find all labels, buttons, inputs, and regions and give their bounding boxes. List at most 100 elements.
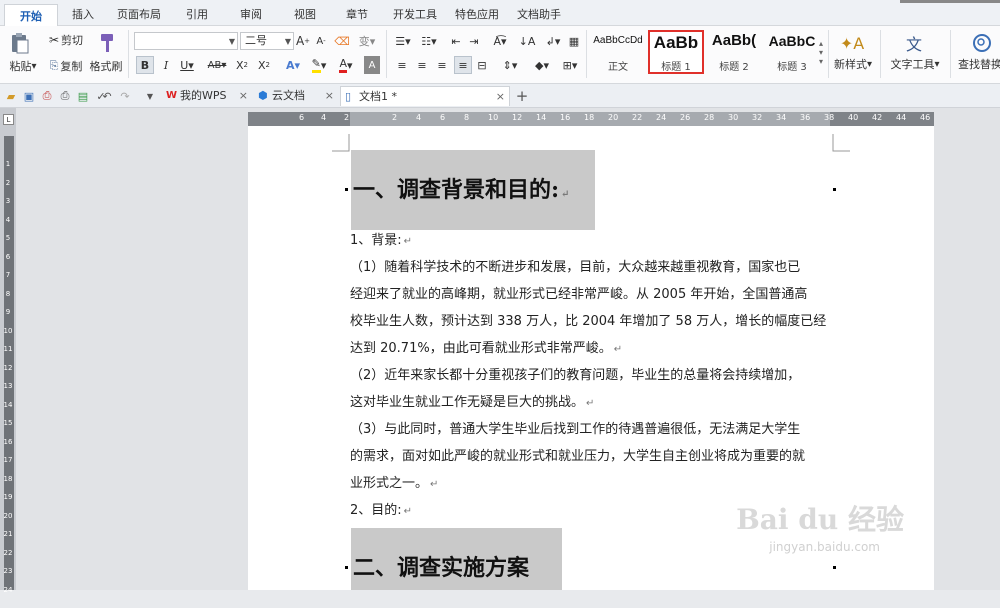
italic-button[interactable]: I	[158, 56, 174, 74]
styles-scroll[interactable]: ▴ ▾ ▾	[816, 30, 826, 74]
redo-icon[interactable]: ↷	[118, 88, 132, 104]
print-icon[interactable]: ⎙	[58, 88, 72, 104]
paragraph[interactable]: 1、背景: ↵	[350, 227, 832, 255]
paste-icon[interactable]	[6, 30, 34, 56]
copy-icon: ⎘	[49, 59, 59, 72]
line-spacing-icon[interactable]: ⇕▾	[498, 56, 522, 74]
tab-references[interactable]: 引用	[178, 6, 216, 26]
bullets-icon[interactable]: ☰▾	[392, 32, 414, 50]
ruler-tick-label: 34	[776, 113, 787, 122]
align-center-icon[interactable]: ≡	[414, 56, 430, 74]
undo-icon[interactable]: ↶	[100, 88, 114, 104]
style-normal[interactable]: AaBbCcDd 正文	[590, 30, 646, 74]
paragraph-line[interactable]: 的需求，面对如此严峻的就业形式和就业压力，大学生自主创业将成为重要的就	[350, 443, 832, 470]
subscript-button[interactable]: X2	[256, 56, 272, 74]
tab-stop-selector[interactable]: L	[3, 114, 14, 125]
sort-icon[interactable]: ↓A	[516, 32, 538, 50]
bold-button[interactable]: B	[136, 56, 154, 74]
new-style-button[interactable]: 新样式 ▾	[830, 56, 876, 72]
align-right-icon[interactable]: ≡	[434, 56, 450, 74]
chevron-down-icon[interactable]: ▼	[144, 88, 156, 104]
style-heading-1[interactable]: AaBb 标题 1	[648, 30, 704, 74]
tab-page-layout[interactable]: 页面布局	[114, 6, 164, 26]
ruler-tick-label: 4	[416, 113, 422, 122]
justify-icon[interactable]: ≡	[454, 56, 472, 74]
format-painter-icon[interactable]	[92, 30, 122, 56]
paragraph-mark-dot	[345, 566, 348, 569]
table-icon[interactable]: ▦	[566, 32, 582, 50]
close-icon[interactable]: ×	[325, 86, 334, 106]
increase-indent-icon[interactable]: ⇥	[466, 32, 482, 50]
clear-format-icon[interactable]: ⌫	[334, 32, 350, 50]
ruler-tick-label: 10	[488, 113, 499, 122]
shrink-font-icon[interactable]: A-	[314, 32, 328, 50]
chevron-down-icon: ▼	[228, 37, 235, 46]
find-replace-button[interactable]: 查找替换	[958, 56, 1000, 72]
paragraph-line[interactable]: 校毕业生人数，预计达到 338 万人，比 2004 年增加了 58 万人，增长的…	[350, 308, 832, 335]
align-left-icon[interactable]: ≡	[394, 56, 410, 74]
font-color-icon[interactable]: A ▾	[334, 56, 358, 74]
phonetic-icon[interactable]: 变▾	[356, 32, 378, 50]
tab-my-wps[interactable]: W 我的WPS ×	[162, 86, 252, 106]
char-shading-icon[interactable]: A	[364, 56, 380, 74]
text-effect-icon[interactable]: A▾	[282, 56, 304, 74]
document-icon: ▯	[345, 90, 352, 103]
copy-button[interactable]: ⎘ 复制	[44, 58, 88, 74]
paragraph-line[interactable]: 这对毕业生就业工作无疑是巨大的挑战。 ↵	[350, 389, 832, 417]
open-icon[interactable]: ▰	[4, 88, 18, 104]
new-tab-icon[interactable]: +	[514, 87, 530, 105]
tab-review[interactable]: 审阅	[232, 6, 270, 26]
tab-home[interactable]: 开始	[4, 4, 58, 26]
print-preview-icon[interactable]: ▤	[76, 88, 90, 104]
chinese-layout-icon[interactable]: A͡▾	[488, 32, 512, 50]
distribute-icon[interactable]: ⊟	[474, 56, 490, 74]
tab-cloud-docs[interactable]: ⬢ 云文档 ×	[254, 86, 338, 106]
paragraph-line[interactable]: （3）与此同时，普通大学生毕业后找到工作的待遇普遍很低，无法满足大学生	[350, 416, 832, 443]
tab-document-1[interactable]: ▯ 文档1 * ×	[340, 86, 510, 106]
tab-view[interactable]: 视图	[286, 6, 324, 26]
superscript-button[interactable]: X2	[234, 56, 250, 74]
tab-special-apps[interactable]: 特色应用	[450, 6, 504, 26]
tab-developer-tools[interactable]: 开发工具	[388, 6, 442, 26]
heading-1[interactable]: 一、调查背景和目的: ↵	[351, 150, 595, 230]
close-icon[interactable]: ×	[239, 86, 248, 106]
new-style-icon[interactable]: ✦A	[838, 32, 866, 54]
close-icon[interactable]: ×	[496, 87, 505, 107]
paragraph-line[interactable]: 业形式之一。 ↵	[350, 470, 832, 498]
format-painter-button[interactable]: 格式刷	[88, 58, 124, 74]
show-marks-icon[interactable]: ↲▾	[542, 32, 564, 50]
save-icon[interactable]: ▣	[22, 88, 36, 104]
text-tools-button[interactable]: 文字工具 ▾	[888, 56, 942, 72]
strikethrough-button[interactable]: AB▾	[204, 56, 230, 74]
shading-icon[interactable]: ◆▾	[530, 56, 554, 74]
grow-font-icon[interactable]: A +	[296, 32, 310, 50]
paste-button[interactable]: 粘贴 ▾	[6, 58, 40, 74]
paragraph-line[interactable]: （1）随着科学技术的不断进步和发展，目前，大众越来越重视教育，国家也已	[350, 254, 832, 281]
tab-cloud-docs-label: 云文档	[272, 89, 305, 102]
divider	[880, 30, 881, 78]
tab-insert[interactable]: 插入	[64, 6, 102, 26]
heading-2[interactable]: 二、调查实施方案	[351, 528, 562, 590]
paragraph-line[interactable]: 达到 20.71%，由此可看就业形式非常严峻。 ↵	[350, 335, 832, 363]
paragraph-line[interactable]: 经迎来了就业的高峰期，就业形式已经非常严峻。从 2005 年开始，全国普通高	[350, 281, 832, 308]
decrease-indent-icon[interactable]: ⇤	[448, 32, 464, 50]
font-size-combo[interactable]: 二号 ▼	[240, 32, 294, 50]
text-tools-icon[interactable]: 文	[900, 32, 928, 54]
paragraph-line[interactable]: （2）近年来家长都十分重视孩子们的教育问题，毕业生的总量将会持续增加，	[350, 362, 832, 389]
style-heading-2[interactable]: AaBb( 标题 2	[706, 30, 762, 74]
numbering-icon[interactable]: ☷▾	[418, 32, 440, 50]
style-heading-3[interactable]: AaBbC 标题 3	[764, 30, 820, 74]
underline-button[interactable]: U▾	[176, 56, 198, 74]
tab-doc-assistant[interactable]: 文档助手	[512, 6, 566, 26]
borders-icon[interactable]: ⊞▾	[558, 56, 582, 74]
highlight-icon[interactable]: ✎ ▾	[306, 56, 332, 74]
ruler-tick-label: 38	[824, 113, 835, 122]
font-name-combo[interactable]: ▼	[134, 32, 238, 50]
text-tools-label: 文字工具	[890, 58, 935, 71]
ruler-tick-label: 9	[5, 308, 11, 316]
export-pdf-icon[interactable]: ⎙	[40, 88, 54, 104]
tab-chapter[interactable]: 章节	[338, 6, 376, 26]
cut-button[interactable]: ✂ 剪切	[44, 32, 88, 48]
watermark-url: jingyan.baidu.com	[769, 540, 880, 554]
find-replace-icon[interactable]	[970, 32, 994, 54]
